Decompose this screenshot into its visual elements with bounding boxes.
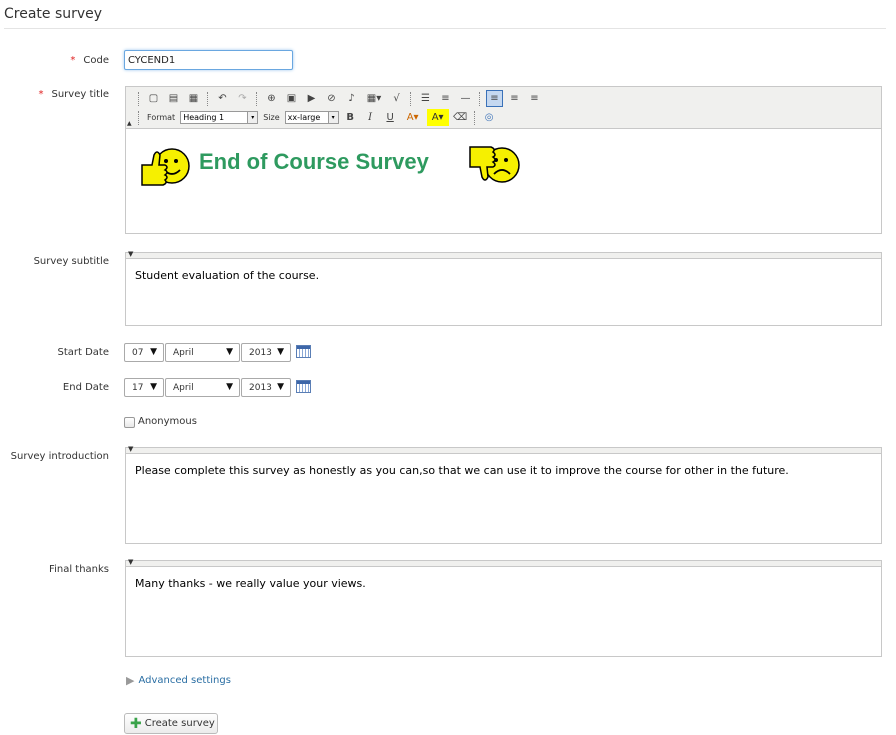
text-color-icon[interactable]: A▾ [402,109,424,126]
create-survey-button[interactable]: ✚ Create survey [124,713,218,734]
chevron-down-icon: ▼ [150,382,157,392]
survey-introduction-label: Survey introduction [10,451,109,462]
anonymous-label[interactable]: Anonymous [138,416,197,427]
thumbs-down-smiley-icon [469,146,520,183]
survey-subtitle-label: Survey subtitle [33,256,109,267]
start-date-label: Start Date [57,347,109,358]
numbered-list-icon[interactable]: ≡ [437,90,454,107]
underline-icon[interactable]: U [382,109,399,126]
expand-toolbar-icon[interactable]: ▼ [128,445,133,453]
final-thanks-content[interactable]: Many thanks - we really value your views… [126,567,881,600]
survey-title-content[interactable]: End of Course Survey [126,129,881,233]
size-select[interactable]: xx-large ▾ [284,111,339,124]
table-icon[interactable]: ▦▾ [363,90,385,107]
paste-icon[interactable]: ▤ [165,90,182,107]
survey-introduction-content[interactable]: Please complete this survey as honestly … [126,454,881,487]
required-asterisk-icon: * [70,55,76,66]
calendar-icon[interactable] [296,380,311,393]
survey-subtitle-content[interactable]: Student evaluation of the course. [126,259,881,292]
bold-icon[interactable]: B [342,109,359,126]
chevron-down-icon: ▼ [226,347,233,357]
expand-toolbar-icon[interactable]: ▼ [128,558,133,566]
speaker-arrow-icon: ▶ [126,674,135,687]
survey-title-heading: End of Course Survey [199,149,429,174]
chevron-down-icon: ▼ [277,347,284,357]
undo-icon[interactable]: ↶ [214,90,231,107]
align-left-icon[interactable]: ≡ [486,90,503,107]
survey-subtitle-editor[interactable]: ▼ Student evaluation of the course. [125,250,882,326]
justify-icon[interactable]: ≡ [526,90,543,107]
required-asterisk-icon: * [38,89,44,100]
start-year-select[interactable]: 2013 ▼ [241,343,291,362]
end-month-select[interactable]: April ▼ [165,378,240,397]
end-year-select[interactable]: 2013 ▼ [241,378,291,397]
editor-collapsed-toolbar[interactable]: ▼ [126,250,881,259]
format-label: Format [147,113,176,122]
plus-icon: ✚ [130,715,142,732]
format-select[interactable]: Heading 1 ▾ [180,111,259,124]
chevron-down-icon: ▼ [277,382,284,392]
code-input[interactable] [124,50,293,70]
math-icon[interactable]: √ [388,90,405,107]
chevron-down-icon: ▼ [226,382,233,392]
flash-icon[interactable]: ⊘ [323,90,340,107]
survey-title-editor[interactable]: ▲ ▢ ▤ ▦ ↶ ↷ ⊕ ▣ ▶ ⊘ ♪ ▦▾ √ ☰ ≡ — ≡ ≡ ≡ F… [125,86,882,234]
bullet-list-icon[interactable]: ☰ [417,90,434,107]
start-month-select[interactable]: April ▼ [165,343,240,362]
html-source-icon[interactable]: ◎ [481,109,498,126]
image-icon[interactable]: ▣ [283,90,300,107]
editor-toolbar: ▲ ▢ ▤ ▦ ↶ ↷ ⊕ ▣ ▶ ⊘ ♪ ▦▾ √ ☰ ≡ — ≡ ≡ ≡ F… [126,87,881,129]
chevron-down-icon: ▾ [247,112,258,123]
media-icon[interactable]: ▶ [303,90,320,107]
chevron-down-icon: ▼ [150,347,157,357]
chevron-down-icon: ▾ [327,112,338,123]
italic-icon[interactable]: I [362,109,379,126]
audio-icon[interactable]: ♪ [343,90,360,107]
new-document-icon[interactable]: ▢ [145,90,162,107]
advanced-settings-label[interactable]: Advanced settings [138,675,230,686]
survey-introduction-editor[interactable]: ▼ Please complete this survey as honestl… [125,445,882,544]
advanced-settings-link[interactable]: ▶ Advanced settings [126,674,231,687]
start-day-select[interactable]: 07 ▼ [124,343,164,362]
title-divider [4,28,886,29]
page-title: Create survey [4,6,103,22]
size-label: Size [263,113,280,122]
redo-icon[interactable]: ↷ [234,90,251,107]
toolbar-collapse-icon[interactable]: ▲ [127,120,132,127]
anonymous-checkbox[interactable] [124,417,135,428]
horizontal-rule-icon[interactable]: — [457,90,474,107]
end-date-label: End Date [62,382,109,393]
editor-collapsed-toolbar[interactable]: ▼ [126,558,881,567]
calendar-icon[interactable] [296,345,311,358]
align-center-icon[interactable]: ≡ [506,90,523,107]
final-thanks-editor[interactable]: ▼ Many thanks - we really value your vie… [125,558,882,657]
clear-format-icon[interactable]: ⌫ [452,109,469,126]
survey-title-label: * Survey title [38,89,109,100]
end-day-select[interactable]: 17 ▼ [124,378,164,397]
final-thanks-label: Final thanks [49,564,109,575]
paste-word-icon[interactable]: ▦ [185,90,202,107]
expand-toolbar-icon[interactable]: ▼ [128,250,133,258]
create-survey-label: Create survey [144,718,215,729]
code-label: * Code [70,55,109,66]
highlight-color-icon[interactable]: A▾ [426,109,449,126]
editor-collapsed-toolbar[interactable]: ▼ [126,445,881,454]
thumbs-up-smiley-icon [141,148,190,186]
link-icon[interactable]: ⊕ [263,90,280,107]
